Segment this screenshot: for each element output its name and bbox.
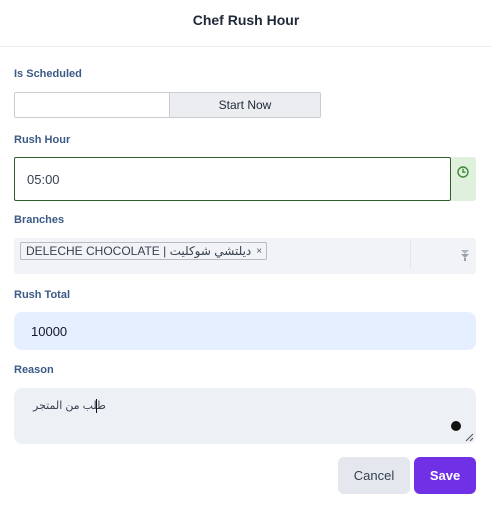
cancel-button[interactable]: Cancel: [338, 457, 410, 494]
text-caret: [96, 399, 97, 413]
branch-tag: DELECHE CHOCOLATE | ديلتشي شوكليت ×: [20, 242, 268, 260]
reason-value: طلب من المتجر: [33, 400, 106, 412]
rush-total-label: Rush Total: [14, 289, 71, 301]
dialog-header: Chef Rush Hour: [0, 0, 492, 47]
rush-total-input[interactable]: 10000: [14, 312, 476, 350]
start-now-option[interactable]: Start Now: [170, 93, 320, 117]
dialog-title: Chef Rush Hour: [192, 11, 300, 28]
dropdown-arrow-icon[interactable]: [460, 249, 470, 261]
rush-hour-input[interactable]: 05:00: [14, 157, 451, 201]
branches-select[interactable]: DELECHE CHOCOLATE | ديلتشي شوكليت ×: [14, 238, 476, 274]
branch-tag-label: DELECHE CHOCOLATE | ديلتشي شوكليت: [26, 244, 252, 258]
rush-hour-value: 05:00: [27, 171, 60, 187]
rush-total-value: 10000: [31, 323, 68, 339]
branches-label: Branches: [14, 214, 65, 226]
clock-icon: [457, 166, 469, 178]
reason-label: Reason: [14, 364, 54, 376]
is-scheduled-toggle: Start Now: [14, 92, 321, 118]
scheduled-option[interactable]: [15, 93, 170, 117]
remove-tag-icon[interactable]: ×: [256, 246, 262, 257]
rush-hour-label: Rush Hour: [14, 134, 71, 146]
resize-handle-icon[interactable]: [464, 432, 474, 442]
select-divider: [410, 241, 411, 269]
save-button[interactable]: Save: [414, 457, 476, 494]
is-scheduled-label: Is Scheduled: [14, 68, 82, 80]
clock-button[interactable]: [451, 157, 476, 201]
reason-textarea[interactable]: طلب من المتجر: [14, 388, 476, 444]
grammarly-dot-icon[interactable]: [451, 421, 461, 431]
